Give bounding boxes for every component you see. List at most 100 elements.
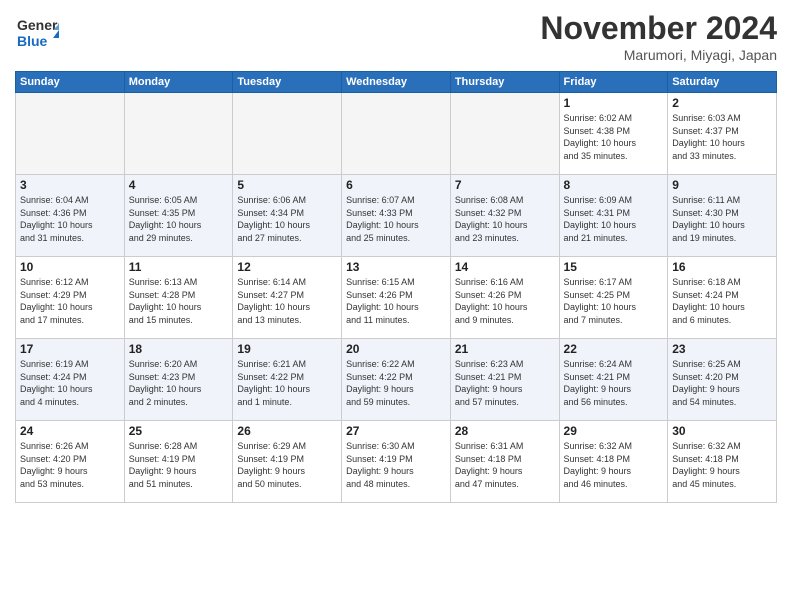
day-info: Sunrise: 6:31 AMSunset: 4:18 PMDaylight:… (455, 440, 555, 490)
day-number: 22 (564, 342, 664, 356)
day-number: 19 (237, 342, 337, 356)
calendar-cell: 17 Sunrise: 6:19 AMSunset: 4:24 PMDayligh… (16, 339, 125, 421)
calendar-cell: 12Sunrise: 6:14 AMSunset: 4:27 PMDayligh… (233, 257, 342, 339)
day-info: Sunrise: 6:11 AMSunset: 4:30 PMDaylight:… (672, 194, 772, 244)
calendar-week-row: 24Sunrise: 6:26 AMSunset: 4:20 PMDayligh… (16, 421, 777, 503)
day-info: Sunrise: 6:09 AMSunset: 4:31 PMDaylight:… (564, 194, 664, 244)
calendar-cell: 23 Sunrise: 6:25 AMSunset: 4:20 PMDayligh… (668, 339, 777, 421)
day-info: Sunrise: 6:30 AMSunset: 4:19 PMDaylight:… (346, 440, 446, 490)
calendar-cell (16, 93, 125, 175)
day-number: 23 (672, 342, 772, 356)
calendar-cell: 3 Sunrise: 6:04 AMSunset: 4:36 PMDaylight… (16, 175, 125, 257)
day-number: 4 (129, 178, 229, 192)
day-info: Sunrise: 6:15 AMSunset: 4:26 PMDaylight:… (346, 276, 446, 326)
calendar-cell: 7 Sunrise: 6:08 AMSunset: 4:32 PMDaylight… (450, 175, 559, 257)
day-info: Sunrise: 6:16 AMSunset: 4:26 PMDaylight:… (455, 276, 555, 326)
calendar-cell: 29Sunrise: 6:32 AMSunset: 4:18 PMDayligh… (559, 421, 668, 503)
day-info: Sunrise: 6:23 AMSunset: 4:21 PMDaylight:… (455, 358, 555, 408)
calendar-cell: 15 Sunrise: 6:17 AMSunset: 4:25 PMDayligh… (559, 257, 668, 339)
calendar-cell: 11 Sunrise: 6:13 AMSunset: 4:28 PMDayligh… (124, 257, 233, 339)
calendar-table: SundayMondayTuesdayWednesdayThursdayFrid… (15, 71, 777, 503)
day-number: 26 (237, 424, 337, 438)
day-header-friday: Friday (559, 72, 668, 93)
calendar-cell: 26Sunrise: 6:29 AMSunset: 4:19 PMDayligh… (233, 421, 342, 503)
page-container: General Blue November 2024 Marumori, Miy… (0, 0, 792, 612)
day-number: 24 (20, 424, 120, 438)
day-info: Sunrise: 6:21 AMSunset: 4:22 PMDaylight:… (237, 358, 337, 408)
day-info: Sunrise: 6:17 AMSunset: 4:25 PMDaylight:… (564, 276, 664, 326)
day-number: 7 (455, 178, 555, 192)
calendar-header-row: SundayMondayTuesdayWednesdayThursdayFrid… (16, 72, 777, 93)
calendar-cell: 5 Sunrise: 6:06 AMSunset: 4:34 PMDaylight… (233, 175, 342, 257)
day-number: 10 (20, 260, 120, 274)
day-info: Sunrise: 6:06 AMSunset: 4:34 PMDaylight:… (237, 194, 337, 244)
day-info: Sunrise: 6:07 AMSunset: 4:33 PMDaylight:… (346, 194, 446, 244)
day-number: 3 (20, 178, 120, 192)
calendar-cell: 4 Sunrise: 6:05 AMSunset: 4:35 PMDaylight… (124, 175, 233, 257)
day-info: Sunrise: 6:24 AMSunset: 4:21 PMDaylight:… (564, 358, 664, 408)
day-number: 30 (672, 424, 772, 438)
title-block: November 2024 Marumori, Miyagi, Japan (540, 10, 777, 63)
day-info: Sunrise: 6:04 AMSunset: 4:36 PMDaylight:… (20, 194, 120, 244)
calendar-cell: 22 Sunrise: 6:24 AMSunset: 4:21 PMDayligh… (559, 339, 668, 421)
svg-text:Blue: Blue (17, 33, 48, 49)
location: Marumori, Miyagi, Japan (540, 47, 777, 63)
day-info: Sunrise: 6:22 AMSunset: 4:22 PMDaylight:… (346, 358, 446, 408)
calendar-cell: 27 Sunrise: 6:30 AMSunset: 4:19 PMDayligh… (342, 421, 451, 503)
day-number: 27 (346, 424, 446, 438)
day-number: 12 (237, 260, 337, 274)
calendar-week-row: 17 Sunrise: 6:19 AMSunset: 4:24 PMDayligh… (16, 339, 777, 421)
day-info: Sunrise: 6:13 AMSunset: 4:28 PMDaylight:… (129, 276, 229, 326)
calendar-cell: 14 Sunrise: 6:16 AMSunset: 4:26 PMDayligh… (450, 257, 559, 339)
day-info: Sunrise: 6:08 AMSunset: 4:32 PMDaylight:… (455, 194, 555, 244)
day-number: 21 (455, 342, 555, 356)
calendar-cell: 9 Sunrise: 6:11 AMSunset: 4:30 PMDaylight… (668, 175, 777, 257)
day-info: Sunrise: 6:32 AMSunset: 4:18 PMDaylight:… (564, 440, 664, 490)
day-info: Sunrise: 6:02 AMSunset: 4:38 PMDaylight:… (564, 112, 664, 162)
calendar-cell (124, 93, 233, 175)
day-header-thursday: Thursday (450, 72, 559, 93)
calendar-cell: 16Sunrise: 6:18 AMSunset: 4:24 PMDayligh… (668, 257, 777, 339)
calendar-cell: 8 Sunrise: 6:09 AMSunset: 4:31 PMDaylight… (559, 175, 668, 257)
day-number: 2 (672, 96, 772, 110)
day-number: 11 (129, 260, 229, 274)
day-number: 18 (129, 342, 229, 356)
calendar-cell (450, 93, 559, 175)
day-number: 9 (672, 178, 772, 192)
day-info: Sunrise: 6:25 AMSunset: 4:20 PMDaylight:… (672, 358, 772, 408)
calendar-cell: 21 Sunrise: 6:23 AMSunset: 4:21 PMDayligh… (450, 339, 559, 421)
month-title: November 2024 (540, 10, 777, 47)
day-info: Sunrise: 6:28 AMSunset: 4:19 PMDaylight:… (129, 440, 229, 490)
calendar-cell: 24Sunrise: 6:26 AMSunset: 4:20 PMDayligh… (16, 421, 125, 503)
calendar-cell: 25 Sunrise: 6:28 AMSunset: 4:19 PMDayligh… (124, 421, 233, 503)
day-info: Sunrise: 6:32 AMSunset: 4:18 PMDaylight:… (672, 440, 772, 490)
calendar-cell: 2 Sunrise: 6:03 AMSunset: 4:37 PMDaylight… (668, 93, 777, 175)
svg-text:General: General (17, 17, 59, 33)
calendar-cell (233, 93, 342, 175)
day-header-monday: Monday (124, 72, 233, 93)
day-number: 5 (237, 178, 337, 192)
calendar-cell: 28 Sunrise: 6:31 AMSunset: 4:18 PMDayligh… (450, 421, 559, 503)
day-info: Sunrise: 6:12 AMSunset: 4:29 PMDaylight:… (20, 276, 120, 326)
day-number: 6 (346, 178, 446, 192)
day-number: 1 (564, 96, 664, 110)
day-info: Sunrise: 6:18 AMSunset: 4:24 PMDaylight:… (672, 276, 772, 326)
day-header-sunday: Sunday (16, 72, 125, 93)
calendar-week-row: 10 Sunrise: 6:12 AMSunset: 4:29 PMDayligh… (16, 257, 777, 339)
calendar-cell: 6 Sunrise: 6:07 AMSunset: 4:33 PMDaylight… (342, 175, 451, 257)
day-number: 14 (455, 260, 555, 274)
day-number: 15 (564, 260, 664, 274)
day-info: Sunrise: 6:03 AMSunset: 4:37 PMDaylight:… (672, 112, 772, 162)
day-info: Sunrise: 6:20 AMSunset: 4:23 PMDaylight:… (129, 358, 229, 408)
day-number: 8 (564, 178, 664, 192)
calendar-cell: 30 Sunrise: 6:32 AMSunset: 4:18 PMDayligh… (668, 421, 777, 503)
day-info: Sunrise: 6:19 AMSunset: 4:24 PMDaylight:… (20, 358, 120, 408)
calendar-week-row: 1 Sunrise: 6:02 AMSunset: 4:38 PMDaylight… (16, 93, 777, 175)
day-number: 28 (455, 424, 555, 438)
logo: General Blue (15, 10, 63, 54)
day-number: 25 (129, 424, 229, 438)
day-info: Sunrise: 6:05 AMSunset: 4:35 PMDaylight:… (129, 194, 229, 244)
calendar-cell: 20Sunrise: 6:22 AMSunset: 4:22 PMDayligh… (342, 339, 451, 421)
calendar-cell: 1 Sunrise: 6:02 AMSunset: 4:38 PMDaylight… (559, 93, 668, 175)
day-number: 17 (20, 342, 120, 356)
